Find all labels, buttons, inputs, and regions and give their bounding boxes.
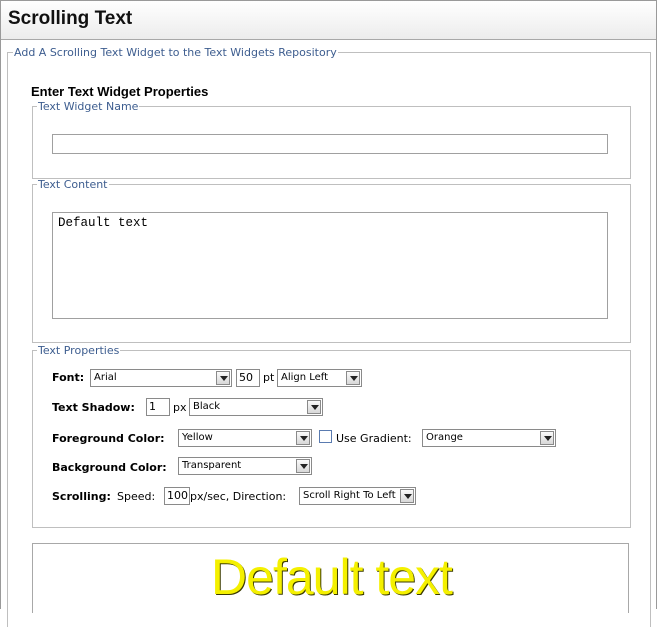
align-select[interactable]: Align Left xyxy=(277,369,362,387)
foreground-color-value: Yellow xyxy=(182,432,213,443)
text-properties-legend: Text Properties xyxy=(38,344,120,357)
text-content-textarea[interactable]: Default text xyxy=(52,212,608,319)
gradient-color-select[interactable]: Orange xyxy=(422,429,556,447)
background-label: Background Color: xyxy=(52,461,167,474)
foreground-label: Foreground Color: xyxy=(52,432,165,445)
chevron-down-icon[interactable] xyxy=(296,431,310,445)
chevron-down-icon[interactable] xyxy=(216,371,230,385)
use-gradient-checkbox[interactable] xyxy=(319,430,332,443)
speed-input[interactable]: 100 xyxy=(164,487,190,505)
preview-text: Default text xyxy=(211,549,453,605)
properties-heading: Enter Text Widget Properties xyxy=(31,84,209,99)
preview-panel: Default text xyxy=(32,543,629,613)
shadow-size-input[interactable]: 1 xyxy=(146,398,170,416)
chevron-down-icon[interactable] xyxy=(400,489,414,503)
foreground-color-select[interactable]: Yellow xyxy=(178,429,312,447)
font-size-unit: pt xyxy=(263,371,275,384)
font-size-input[interactable]: 50 xyxy=(236,369,260,387)
window: Scrolling Text Add A Scrolling Text Widg… xyxy=(0,0,657,627)
title-bar: Scrolling Text xyxy=(1,0,656,40)
speed-unit: px/sec, Direction: xyxy=(190,490,287,503)
scrolling-label: Scrolling: xyxy=(52,490,111,503)
shadow-color-value: Black xyxy=(193,401,221,412)
background-color-select[interactable]: Transparent xyxy=(178,457,312,475)
font-label: Font: xyxy=(52,371,85,384)
shadow-unit: px xyxy=(173,401,187,414)
direction-select[interactable]: Scroll Right To Left xyxy=(299,487,416,505)
chevron-down-icon[interactable] xyxy=(346,371,360,385)
gradient-color-value: Orange xyxy=(426,432,463,443)
background-color-value: Transparent xyxy=(182,460,242,471)
chevron-down-icon[interactable] xyxy=(307,400,321,414)
font-value: Arial xyxy=(94,372,117,383)
text-content-legend: Text Content xyxy=(38,178,108,191)
widget-name-legend: Text Widget Name xyxy=(38,100,139,113)
font-select[interactable]: Arial xyxy=(90,369,232,387)
chevron-down-icon[interactable] xyxy=(540,431,554,445)
use-gradient-label: Use Gradient: xyxy=(336,432,412,445)
window-title: Scrolling Text xyxy=(8,8,133,29)
speed-label: Speed: xyxy=(117,490,156,503)
text-shadow-label: Text Shadow: xyxy=(52,401,135,414)
chevron-down-icon[interactable] xyxy=(296,459,310,473)
shadow-color-select[interactable]: Black xyxy=(189,398,323,416)
section-legend: Add A Scrolling Text Widget to the Text … xyxy=(14,46,337,59)
widget-name-input[interactable] xyxy=(52,134,608,154)
align-value: Align Left xyxy=(281,372,329,383)
direction-value: Scroll Right To Left xyxy=(303,490,396,501)
